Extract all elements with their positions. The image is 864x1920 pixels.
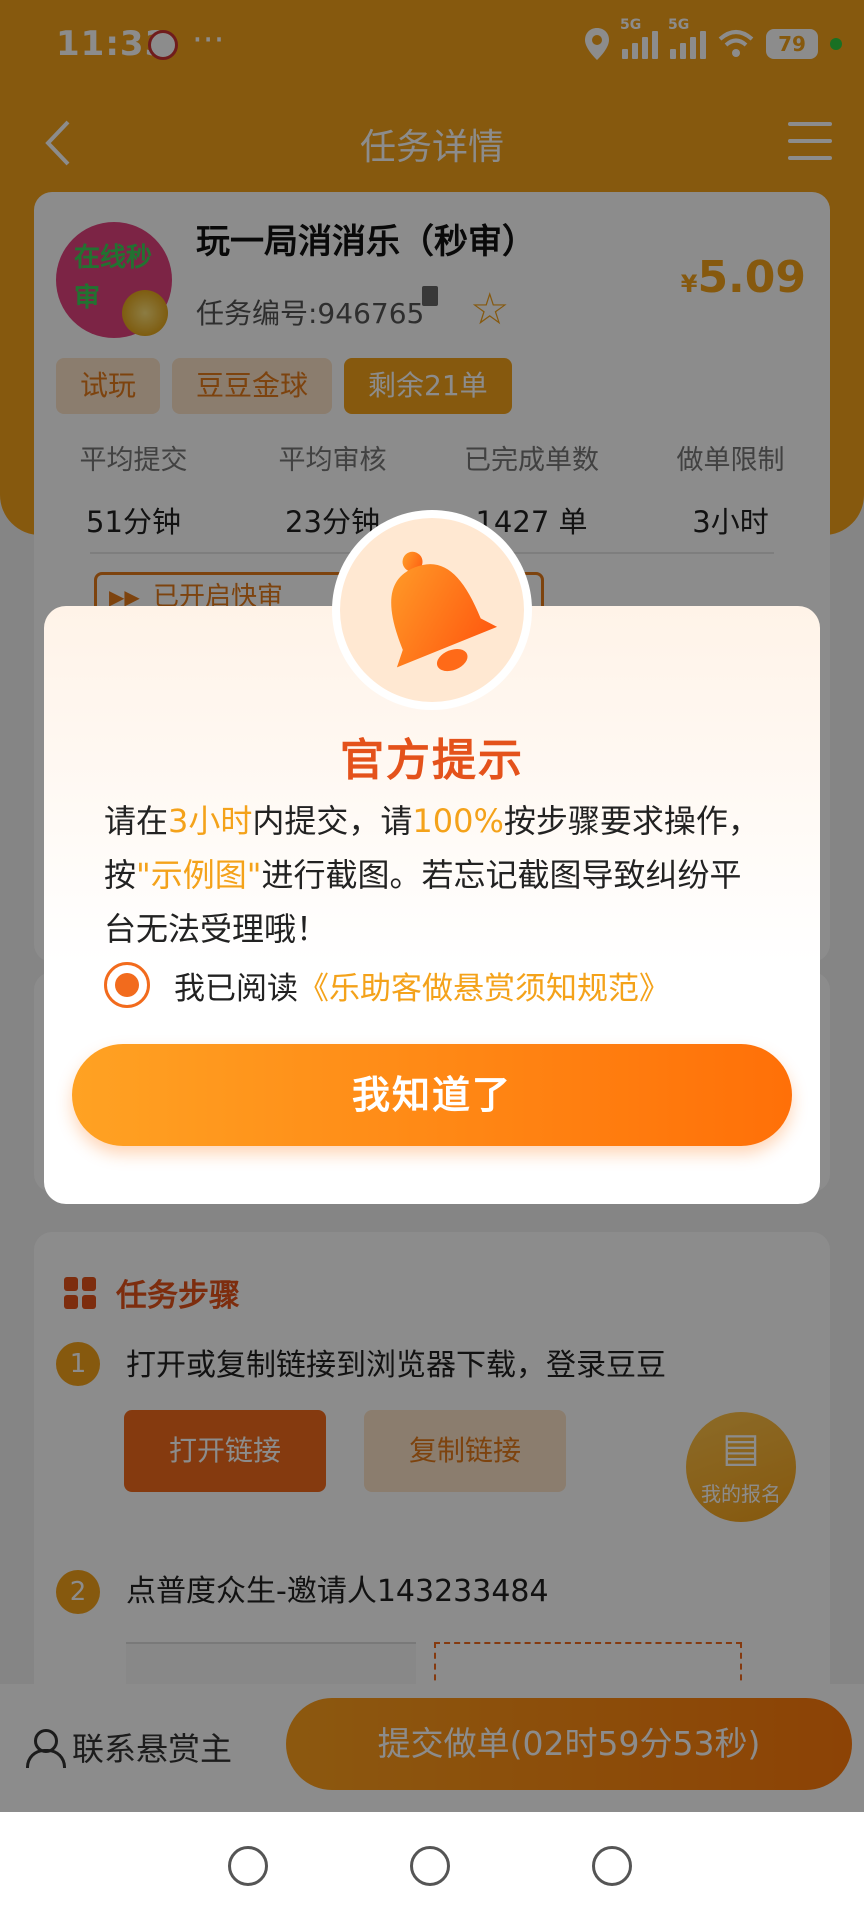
msg-text: 请在	[104, 802, 169, 840]
msg-highlight: 3小时	[168, 802, 253, 840]
agree-text: 我已阅读《乐助客做悬赏须知规范》	[174, 963, 670, 1008]
bell-icon	[391, 551, 498, 672]
app-icon-1[interactable]	[228, 1846, 268, 1886]
agree-radio[interactable]	[104, 962, 150, 1008]
dialog-title: 官方提示	[340, 735, 524, 786]
msg-text: 内提交，请	[252, 802, 413, 840]
agree-label: 我已阅读	[174, 970, 298, 1007]
msg-highlight: "示例图"	[136, 856, 262, 894]
bell-background	[340, 518, 524, 702]
bell-badge	[332, 510, 532, 710]
app-icon-2[interactable]	[410, 1846, 450, 1886]
app-icon-3[interactable]	[592, 1846, 632, 1886]
rules-link[interactable]: 《乐助客做悬赏须知规范》	[298, 971, 670, 1007]
dialog-message: 请在3小时内提交，请100%按步骤要求操作，按"示例图"进行截图。若忘记截图导致…	[104, 794, 760, 956]
confirm-button[interactable]: 我知道了	[72, 1044, 792, 1146]
msg-highlight: 100%	[412, 802, 504, 840]
agree-row: 我已阅读《乐助客做悬赏须知规范》	[104, 962, 670, 1008]
system-tab-bar	[0, 1812, 864, 1920]
